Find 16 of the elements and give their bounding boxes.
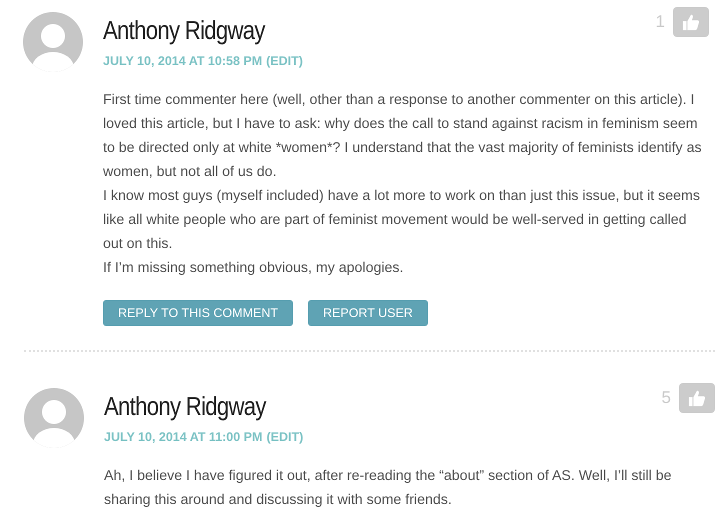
comment-text: I know most guys (myself included) have a lot more to work on than just this issue, but it seems like all white people who are part of feminist movement would be well-served in getting called out on this. [103,187,701,254]
thumbs-up-icon [682,13,700,31]
comment-action-button[interactable]: REPLY TO THIS COMMENT [103,300,293,326]
edit-link[interactable]: (EDIT) [266,54,303,68]
edit-link[interactable]: (EDIT) [266,430,304,444]
comment-text: Ah, I believe I have figured it out, after re-reading the “about” section of AS. Well, I’ll still be sharing this around and discussing it with some friends. [104,467,673,510]
author-name: Anthony Ridgway [103,15,265,46]
comment-date: JULY 10, 2014 AT 11:00 PM [104,430,262,444]
like-button[interactable] [679,383,715,413]
comment-text: First time commenter here (well, other than a response to another commenter on this article). I loved this article, but I have to ask: why does the call to stand against racism in feminism seem to be directed only at white *women*? I understand that the vast majority of feminists identify as women, but not all of us do. [103,91,703,182]
thumbs-up-icon [688,389,706,407]
comment-date: JULY 10, 2014 AT 10:58 PM [103,54,262,68]
comment-action-button[interactable]: REPORT USER [308,300,428,326]
comment-text: If I’m missing something obvious, my apologies. [103,259,404,278]
author-name: Anthony Ridgway [104,391,266,422]
like-button[interactable] [673,7,709,37]
